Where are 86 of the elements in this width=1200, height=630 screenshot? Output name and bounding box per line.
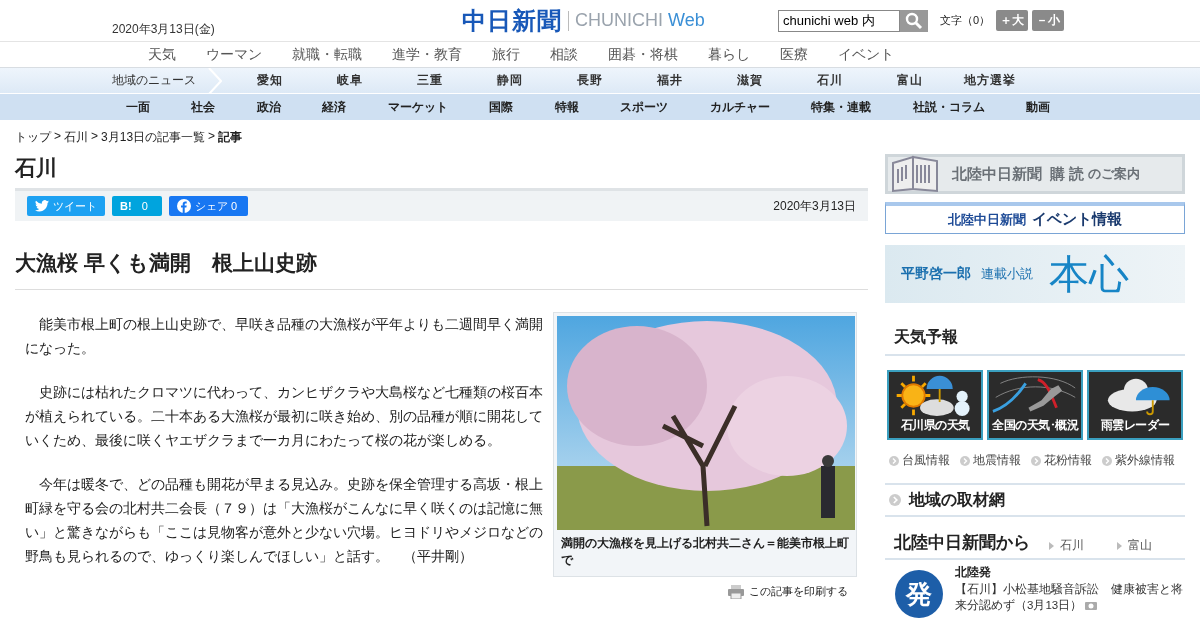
logo-subtitle: CHUNICHI Web — [575, 10, 705, 31]
category-link[interactable]: 特集・連載 — [811, 98, 872, 116]
arrow-bullet-icon — [1031, 455, 1041, 466]
article-paragraph: 史跡には枯れたクロマツに代わって、カンヒザクラや大島桜など七種類の桜百本が植えられている。二十本ある大漁桜が最初に咲き始め、別の品種が順に開花していくため、最後に咲くヤエザクラまで一カ月にわたって桜の花が楽しめる。 — [25, 383, 544, 450]
search-button[interactable] — [900, 9, 928, 32]
category-link[interactable]: マーケット — [387, 98, 448, 116]
section-title: 石川 — [15, 155, 58, 181]
search-icon — [905, 11, 923, 30]
breadcrumb-separator: > — [91, 129, 99, 145]
article-date: 2020年3月13日 — [773, 197, 856, 215]
prefecture-link[interactable]: 石川 — [1049, 537, 1117, 554]
camera-icon — [1085, 600, 1098, 610]
font-size-label: 文字（0） — [940, 13, 991, 28]
weather-heading: 天気予報 — [885, 327, 1185, 356]
nav-link[interactable]: 相談 — [550, 45, 578, 64]
region-link[interactable]: 愛知 — [230, 72, 310, 89]
novel-banner[interactable]: 平野啓一郎 連載小説 本心 — [885, 245, 1185, 303]
bird-icon — [35, 200, 49, 212]
category-link[interactable]: 政治 — [256, 98, 281, 116]
category-link[interactable]: 社説・コラム — [912, 98, 985, 116]
weather-tile[interactable]: 雨雲レーダー — [1087, 370, 1183, 440]
breadcrumb-link[interactable]: 石川 — [64, 129, 88, 146]
breadcrumb-separator: > — [208, 129, 216, 145]
category-link[interactable]: 社会 — [191, 98, 216, 116]
category-link[interactable]: 経済 — [322, 98, 347, 116]
weather-link[interactable]: 花粉情報 — [1031, 452, 1092, 469]
weather-tile[interactable]: 全国の天気･概況 — [987, 370, 1083, 440]
article-paragraph: 能美市根上町の根上山史跡で、早咲き品種の大漁桜が平年よりも二週間早く満開になった。 — [25, 315, 544, 358]
weather-link[interactable]: 紫外線情報 — [1102, 452, 1175, 469]
nav-link[interactable]: 進学・教育 — [392, 45, 462, 64]
category-link[interactable]: 特報 — [554, 98, 579, 116]
hokuriku-heading: 北陸中日新聞から — [894, 532, 1031, 554]
category-link[interactable]: 一面 — [126, 98, 150, 116]
printer-icon — [728, 584, 744, 599]
region-link[interactable]: 岐阜 — [310, 72, 390, 89]
breadcrumb-separator: > — [54, 129, 61, 145]
category-link[interactable]: 動画 — [1026, 98, 1050, 116]
search-field[interactable]: chunichi web 内 — [778, 9, 900, 32]
facebook-icon — [177, 199, 191, 213]
news-kicker: 北陸発 — [955, 564, 992, 581]
arrow-bullet-icon — [889, 455, 899, 466]
prefecture-link[interactable]: 富山 — [1117, 537, 1185, 554]
event-banner[interactable]: 北陸中日新聞 イベント情報 — [885, 202, 1185, 234]
nav-link[interactable]: 天気 — [148, 45, 176, 64]
burst-badge: 発 — [895, 570, 943, 618]
news-link[interactable]: 【石川】小松基地騒音訴訟 健康被害と将来分認めず（3月13日） — [955, 581, 1185, 613]
subscribe-banner[interactable]: 北陸中日新聞 購 読 のご案内 — [885, 154, 1185, 194]
header-date: 2020年3月13日(金) — [112, 21, 216, 38]
nav-link[interactable]: 旅行 — [492, 45, 520, 64]
photo-caption: 満開の大漁桜を見上げる北村共二さん＝能美市根上町で — [560, 535, 850, 569]
region-link[interactable]: 福井 — [630, 72, 710, 89]
arrow-bullet-icon — [1102, 455, 1112, 466]
nav-link[interactable]: 暮らし — [708, 45, 750, 64]
category-link[interactable]: 国際 — [489, 98, 514, 116]
print-link[interactable]: この記事を印刷する — [728, 584, 848, 599]
region-link[interactable]: 富山 — [870, 72, 950, 89]
nav-link[interactable]: 囲碁・将棋 — [608, 45, 678, 64]
region-link[interactable]: 長野 — [550, 72, 630, 89]
nav-link[interactable]: イベント — [838, 45, 894, 64]
breadcrumb-link[interactable]: トップ — [15, 129, 51, 146]
triangle-icon — [1049, 541, 1054, 550]
weather-link[interactable]: 地震情報 — [960, 452, 1021, 469]
region-link[interactable]: 静岡 — [470, 72, 550, 89]
region-link[interactable]: 滋賀 — [710, 72, 790, 89]
region-news-label[interactable]: 地域のニュース — [112, 72, 208, 89]
nav-link[interactable]: ウーマン — [206, 45, 262, 64]
weather-tile[interactable]: 石川県の天気 — [887, 370, 983, 440]
region-link[interactable]: 三重 — [390, 72, 470, 89]
arrow-bullet-icon — [889, 494, 901, 506]
region-link[interactable]: 石川 — [790, 72, 870, 89]
region-link[interactable]: 地方選挙 — [950, 72, 1030, 89]
category-link[interactable]: カルチャー — [709, 98, 770, 116]
facebook-share-button[interactable]: シェア 0 — [169, 196, 248, 216]
newspaper-icon — [890, 155, 940, 193]
logo-title[interactable]: 中日新聞 — [462, 4, 562, 37]
category-link[interactable]: スポーツ — [620, 98, 669, 116]
nav-link[interactable]: 就職・転職 — [292, 45, 362, 64]
triangle-icon — [1117, 541, 1122, 550]
breadcrumb-link[interactable]: 3月13日の記事一覧 — [101, 129, 206, 146]
breadcrumb-current: 記事 — [218, 129, 243, 146]
article-headline: 大漁桜 早くも満開 根上山史跡 — [15, 249, 868, 290]
arrow-bullet-icon — [960, 455, 970, 466]
weather-link[interactable]: 台風情報 — [889, 452, 950, 469]
article-paragraph: 今年は暖冬で、どの品種も開花が早まる見込み。史跡を保全管理する高坂・根上町緑を守る会の北村共二会長（７９）は「大漁桜がこんなに早く咲くのは記憶に無い」と驚きながらも「ここは見物客が意外と少ない穴場。ヒヨドリやメジロなどの野鳥も見られるので、ゆっくり楽しんでほしい」と話す。 （平井剛） — [25, 475, 544, 566]
nav-link[interactable]: 医療 — [780, 45, 808, 64]
local-network-link[interactable]: 地域の取材網 — [885, 483, 1185, 517]
